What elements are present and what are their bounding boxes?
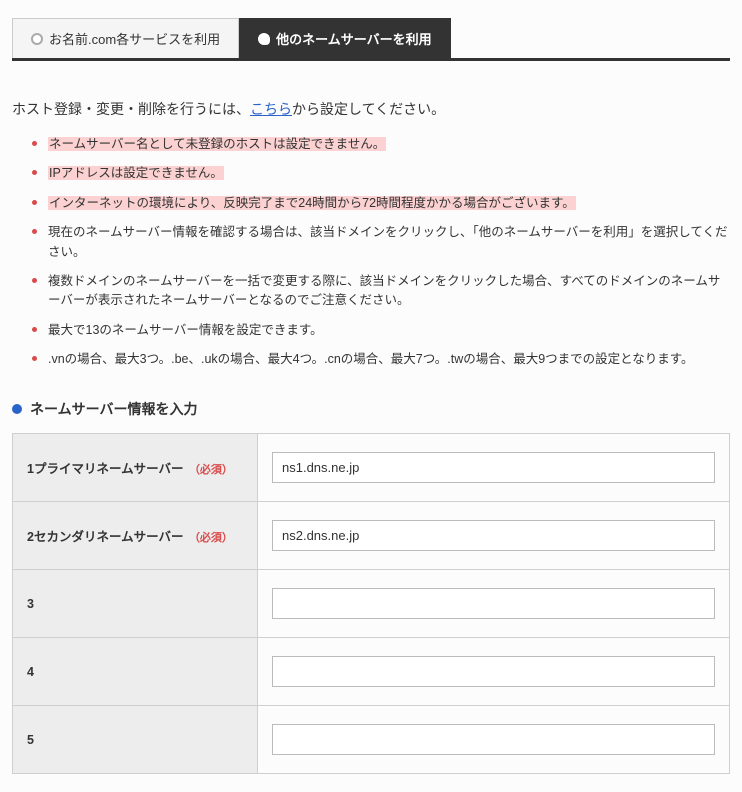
nameserver-table: 1プライマリネームサーバー （必須） 2セカンダリネームサーバー （必須） 3 … bbox=[12, 433, 730, 774]
row-label: 5 bbox=[27, 733, 34, 747]
table-row: 4 bbox=[13, 638, 730, 706]
note-item: IPアドレスは設定できません。 bbox=[32, 164, 730, 183]
note-item: 最大で13のネームサーバー情報を設定できます。 bbox=[32, 321, 730, 340]
table-row: 1プライマリネームサーバー （必須） bbox=[13, 434, 730, 502]
radio-icon bbox=[258, 33, 270, 45]
note-item: インターネットの環境により、反映完了まで24時間から72時間程度かかる場合がござ… bbox=[32, 194, 730, 213]
note-item: 複数ドメインのネームサーバーを一括で変更する際に、該当ドメインをクリックした場合… bbox=[32, 272, 730, 311]
row-label: 1プライマリネームサーバー bbox=[27, 462, 183, 476]
intro-suffix: から設定してください。 bbox=[292, 101, 445, 117]
tab-bar: お名前.com各サービスを利用 他のネームサーバーを利用 bbox=[12, 18, 730, 61]
row-label: 3 bbox=[27, 597, 34, 611]
note-item: ネームサーバー名として未登録のホストは設定できません。 bbox=[32, 135, 730, 154]
tab-label: 他のネームサーバーを利用 bbox=[276, 29, 431, 48]
row-label-cell: 1プライマリネームサーバー （必須） bbox=[13, 434, 258, 502]
row-label: 2セカンダリネームサーバー bbox=[27, 530, 183, 544]
row-label-cell: 4 bbox=[13, 638, 258, 706]
nameserver-input-4[interactable] bbox=[272, 656, 715, 687]
intro-prefix: ホスト登録・変更・削除を行うには、 bbox=[12, 101, 250, 117]
intro-link[interactable]: こちら bbox=[250, 101, 292, 117]
required-badge: （必須） bbox=[189, 464, 233, 476]
note-item: .vnの場合、最大3つ。.be、.ukの場合、最大4つ。.cnの場合、最大7つ。… bbox=[32, 350, 730, 369]
row-label-cell: 3 bbox=[13, 570, 258, 638]
section-header: ネームサーバー情報を入力 bbox=[12, 399, 730, 419]
nameserver-input-3[interactable] bbox=[272, 588, 715, 619]
tab-label: お名前.com各サービスを利用 bbox=[49, 29, 220, 48]
note-highlight: ネームサーバー名として未登録のホストは設定できません。 bbox=[48, 137, 386, 151]
section-title: ネームサーバー情報を入力 bbox=[30, 399, 197, 419]
row-label-cell: 5 bbox=[13, 706, 258, 774]
tab-other-nameserver[interactable]: 他のネームサーバーを利用 bbox=[239, 18, 450, 58]
note-item: 現在のネームサーバー情報を確認する場合は、該当ドメインをクリックし、「他のネーム… bbox=[32, 223, 730, 262]
notes-list: ネームサーバー名として未登録のホストは設定できません。 IPアドレスは設定できま… bbox=[12, 135, 730, 369]
row-input-cell bbox=[258, 638, 730, 706]
row-input-cell bbox=[258, 502, 730, 570]
radio-icon bbox=[31, 33, 43, 45]
row-input-cell bbox=[258, 570, 730, 638]
table-row: 5 bbox=[13, 706, 730, 774]
row-input-cell bbox=[258, 706, 730, 774]
nameserver-input-5[interactable] bbox=[272, 724, 715, 755]
table-row: 2セカンダリネームサーバー （必須） bbox=[13, 502, 730, 570]
row-input-cell bbox=[258, 434, 730, 502]
intro-text: ホスト登録・変更・削除を行うには、こちらから設定してください。 bbox=[12, 99, 730, 119]
required-badge: （必須） bbox=[189, 532, 233, 544]
row-label: 4 bbox=[27, 665, 34, 679]
table-row: 3 bbox=[13, 570, 730, 638]
row-label-cell: 2セカンダリネームサーバー （必須） bbox=[13, 502, 258, 570]
secondary-nameserver-input[interactable] bbox=[272, 520, 715, 551]
bullet-icon bbox=[12, 404, 22, 414]
primary-nameserver-input[interactable] bbox=[272, 452, 715, 483]
tab-onamae-services[interactable]: お名前.com各サービスを利用 bbox=[12, 18, 239, 58]
note-highlight: インターネットの環境により、反映完了まで24時間から72時間程度かかる場合がござ… bbox=[48, 196, 576, 210]
note-highlight: IPアドレスは設定できません。 bbox=[48, 166, 224, 180]
